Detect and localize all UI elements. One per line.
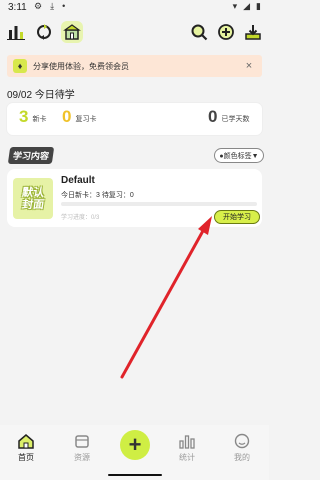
nav-home[interactable]: 首页 (6, 433, 46, 467)
bottom-navigation: 首页 资源 + 统计 我的 (0, 425, 269, 480)
nav-stats-label: 统计 (179, 453, 195, 462)
nav-resources-label: 资源 (74, 453, 90, 462)
stats-icon (179, 435, 195, 449)
nav-resources[interactable]: 资源 (62, 433, 102, 467)
add-fab-button[interactable]: + (120, 430, 150, 460)
profile-face-icon (234, 433, 250, 449)
nav-home-label: 首页 (18, 453, 34, 462)
nav-stats[interactable]: 统计 (167, 433, 207, 467)
nav-me-label: 我的 (234, 453, 250, 462)
home-icon (18, 434, 34, 449)
home-indicator (108, 474, 162, 476)
red-arrow-annotation (120, 216, 212, 379)
nav-me[interactable]: 我的 (222, 433, 262, 467)
resources-icon (75, 435, 89, 448)
